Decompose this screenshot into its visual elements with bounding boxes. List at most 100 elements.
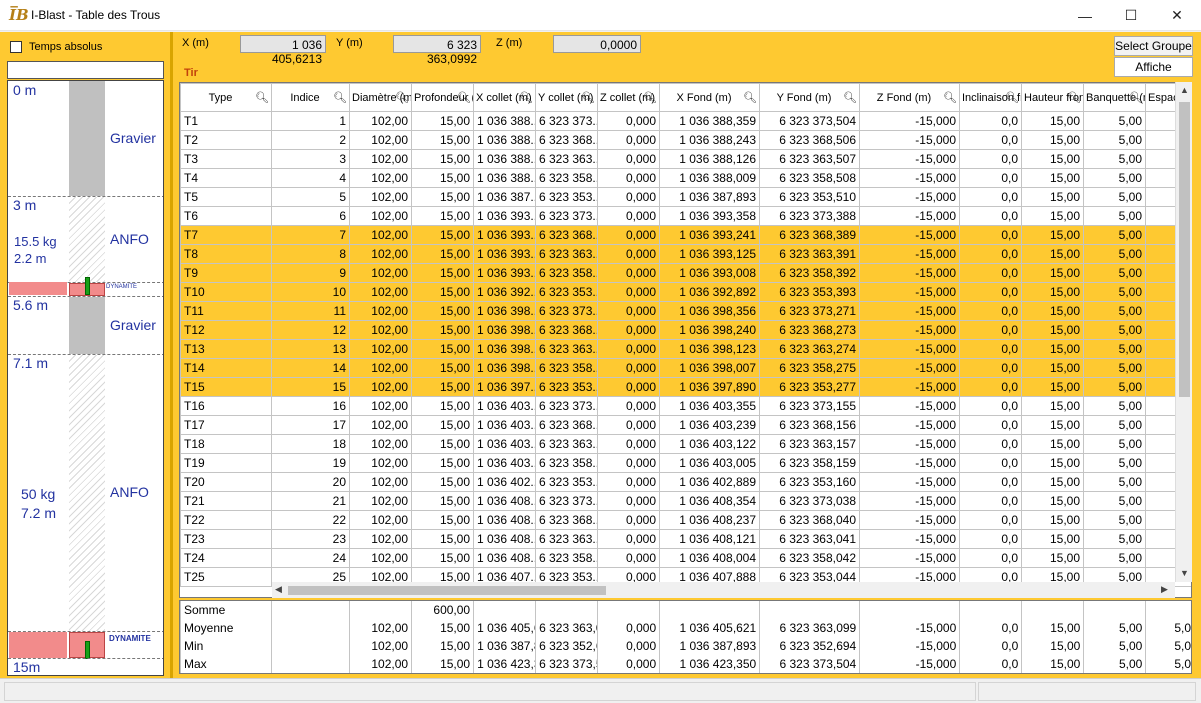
table-cell[interactable]: -15,000 (859, 529, 960, 549)
table-cell[interactable]: 15,00 (411, 244, 474, 264)
table-cell[interactable]: 1 036 398,007 (659, 358, 760, 378)
table-cell[interactable]: 1 036 408... (473, 491, 536, 511)
table-cell[interactable]: 15,00 (1021, 225, 1084, 245)
table-cell[interactable]: 1 036 397,890 (659, 377, 760, 397)
holes-table[interactable]: Type🔍︎Indice🔍︎Diamètre (mm)🔍︎Profondeur … (179, 82, 1192, 598)
table-row[interactable]: T6 6 102,00 15,00 1 036 393... 6 323 373... 0,… (180, 206, 1191, 226)
table-cell[interactable]: -15,000 (859, 491, 960, 511)
table-cell[interactable]: 22 (271, 510, 350, 530)
table-cell[interactable]: 12 (271, 320, 350, 340)
table-cell[interactable]: 0,0 (959, 415, 1022, 435)
table-cell[interactable]: -15,000 (859, 434, 960, 454)
table-cell[interactable]: 6 323 368,273 (759, 320, 860, 340)
table-cell[interactable]: 0,0 (959, 510, 1022, 530)
table-cell[interactable]: 0,000 (597, 206, 660, 226)
table-cell[interactable]: 102,00 (349, 548, 412, 568)
table-row[interactable]: T19 19 102,00 15,00 1 036 403... 6 323 358...… (180, 453, 1191, 473)
table-cell[interactable]: 0,0 (959, 377, 1022, 397)
table-cell[interactable]: 15,00 (411, 168, 474, 188)
select-group-button[interactable]: Select Groupe (1114, 36, 1193, 56)
column-header[interactable]: Indice 🔍︎ (271, 83, 350, 112)
table-cell[interactable]: 0,000 (597, 453, 660, 473)
vertical-scroll-thumb[interactable] (1179, 102, 1190, 397)
table-cell[interactable]: 1 036 398,123 (659, 339, 760, 359)
table-cell[interactable]: 1 036 388,243 (659, 130, 760, 150)
table-cell[interactable]: 1 036 403,355 (659, 396, 760, 416)
minimize-button[interactable]: — (1062, 0, 1108, 31)
table-cell[interactable]: T12 (180, 320, 272, 340)
table-cell[interactable]: 5,00 (1083, 434, 1146, 454)
table-cell[interactable]: 6 323 358... (535, 548, 598, 568)
filter-search-icon[interactable]: 🔍︎ (1005, 92, 1019, 104)
table-cell[interactable]: 5,00 (1083, 130, 1146, 150)
table-cell[interactable]: 0,0 (959, 130, 1022, 150)
table-cell[interactable]: T24 (180, 548, 272, 568)
table-cell[interactable]: 6 323 353... (535, 377, 598, 397)
table-cell[interactable]: 15 (271, 377, 350, 397)
table-cell[interactable]: -15,000 (859, 225, 960, 245)
table-cell[interactable]: 15,00 (1021, 396, 1084, 416)
table-cell[interactable]: -15,000 (859, 320, 960, 340)
table-cell[interactable]: 6 323 353... (535, 187, 598, 207)
table-cell[interactable]: -15,000 (859, 377, 960, 397)
column-header[interactable]: Inclinaison front🔍︎ (959, 83, 1022, 112)
column-header[interactable]: X Fond (m) 🔍︎ (659, 83, 760, 112)
table-cell[interactable]: 6 323 358,159 (759, 453, 860, 473)
filter-search-icon[interactable]: 🔍︎ (255, 92, 269, 104)
table-cell[interactable]: 102,00 (349, 149, 412, 169)
table-cell[interactable]: 5,00 (1083, 491, 1146, 511)
table-cell[interactable]: 6 323 368,156 (759, 415, 860, 435)
table-cell[interactable]: 1 036 403... (473, 396, 536, 416)
table-cell[interactable]: T16 (180, 396, 272, 416)
profile-input[interactable] (7, 61, 164, 79)
table-cell[interactable]: -15,000 (859, 396, 960, 416)
table-cell[interactable]: 15,00 (1021, 301, 1084, 321)
table-cell[interactable]: 102,00 (349, 377, 412, 397)
table-row[interactable]: T14 14 102,00 15,00 1 036 398... 6 323 358...… (180, 358, 1191, 378)
table-cell[interactable]: 15,00 (1021, 263, 1084, 283)
table-cell[interactable]: 1 036 392,892 (659, 282, 760, 302)
table-cell[interactable]: 1 036 408... (473, 510, 536, 530)
table-cell[interactable]: 15,00 (1021, 510, 1084, 530)
table-cell[interactable]: 8 (271, 244, 350, 264)
scroll-left-icon[interactable]: ◀ (275, 584, 282, 595)
table-cell[interactable]: 20 (271, 472, 350, 492)
table-cell[interactable]: 102,00 (349, 396, 412, 416)
table-cell[interactable]: 1 036 402,889 (659, 472, 760, 492)
table-cell[interactable]: 6 323 353,510 (759, 187, 860, 207)
filter-search-icon[interactable]: 🔍︎ (943, 92, 957, 104)
table-cell[interactable]: 15,00 (411, 282, 474, 302)
table-cell[interactable]: 102,00 (349, 339, 412, 359)
table-cell[interactable]: -15,000 (859, 263, 960, 283)
table-cell[interactable]: 15,00 (411, 529, 474, 549)
table-row[interactable]: T16 16 102,00 15,00 1 036 403... 6 323 373...… (180, 396, 1191, 416)
table-cell[interactable]: 0,000 (597, 548, 660, 568)
table-cell[interactable]: 1 036 393... (473, 206, 536, 226)
table-cell[interactable]: 13 (271, 339, 350, 359)
table-cell[interactable]: 15,00 (411, 434, 474, 454)
table-cell[interactable]: 5,00 (1083, 282, 1146, 302)
table-cell[interactable]: 6 323 353... (535, 472, 598, 492)
table-cell[interactable]: 5,00 (1083, 263, 1146, 283)
table-cell[interactable]: T7 (180, 225, 272, 245)
table-cell[interactable]: 15,00 (411, 225, 474, 245)
table-row[interactable]: T18 18 102,00 15,00 1 036 403... 6 323 363...… (180, 434, 1191, 454)
table-row[interactable]: T10 10 102,00 15,00 1 036 392... 6 323 353...… (180, 282, 1191, 302)
table-cell[interactable]: 17 (271, 415, 350, 435)
table-row[interactable]: T22 22 102,00 15,00 1 036 408... 6 323 368...… (180, 510, 1191, 530)
table-cell[interactable]: 6 323 363... (535, 434, 598, 454)
table-cell[interactable]: 1 036 403... (473, 415, 536, 435)
table-cell[interactable]: 1 036 403... (473, 453, 536, 473)
table-cell[interactable]: 102,00 (349, 111, 412, 131)
table-cell[interactable]: 6 323 358,042 (759, 548, 860, 568)
table-cell[interactable]: 7 (271, 225, 350, 245)
table-cell[interactable]: 15,00 (1021, 529, 1084, 549)
table-cell[interactable]: T4 (180, 168, 272, 188)
table-cell[interactable]: 3 (271, 149, 350, 169)
table-cell[interactable]: 0,000 (597, 149, 660, 169)
table-cell[interactable]: 5,00 (1083, 301, 1146, 321)
table-cell[interactable]: T6 (180, 206, 272, 226)
table-cell[interactable]: 15,00 (1021, 339, 1084, 359)
table-cell[interactable]: 0,000 (597, 244, 660, 264)
table-cell[interactable]: 6 323 373... (535, 491, 598, 511)
